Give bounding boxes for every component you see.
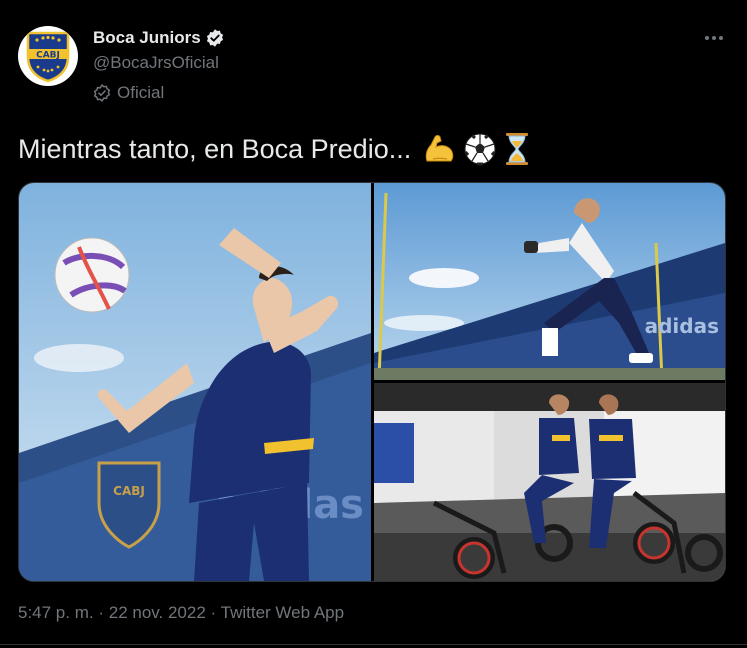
hourglass-icon [506,133,529,165]
tweet-text-row: Mientras tanto, en Boca Predio... [18,131,531,167]
author-name-row[interactable]: Boca Juniors [93,28,225,48]
svg-text:CABJ: CABJ [36,51,60,61]
media-grid: CABJ adidas [18,182,726,582]
divider [0,644,747,645]
photo-exercise-bikes[interactable] [374,383,725,581]
avatar[interactable]: CABJ [18,26,78,86]
display-name[interactable]: Boca Juniors [93,28,201,48]
photo-player-juggling[interactable]: CABJ adidas [19,183,371,581]
svg-text:adidas: adidas [645,314,719,338]
players-on-exercise-bikes-photo [374,383,725,581]
flexed-biceps-icon [425,135,454,162]
official-badge: Oficial [93,83,164,103]
verified-badge-icon [206,29,223,47]
more-options-icon[interactable] [700,26,728,50]
meta-separator: · [210,603,217,622]
boca-crest-icon: CABJ [26,31,70,83]
player-juggling-ball-photo: CABJ adidas [19,183,371,581]
author-handle[interactable]: @BocaJrsOficial [93,53,219,73]
photo-goalkeeper[interactable]: adidas [374,183,725,380]
svg-text:CABJ: CABJ [113,484,145,498]
goalkeeper-training-photo: adidas [374,183,725,380]
tweet-meta: 5:47 p. m. · 22 nov. 2022 · Twitter Web … [18,603,344,623]
tweet-date[interactable]: 22 nov. 2022 [109,603,206,622]
official-check-icon [93,84,111,102]
tweet-text: Mientras tanto, en Boca Predio... [18,133,412,164]
soccer-ball-icon [464,133,496,166]
official-label: Oficial [117,83,165,102]
tweet-timestamp[interactable]: 5:47 p. m. [18,603,94,622]
meta-separator: · [98,603,105,622]
tweet-source[interactable]: Twitter Web App [221,603,344,622]
